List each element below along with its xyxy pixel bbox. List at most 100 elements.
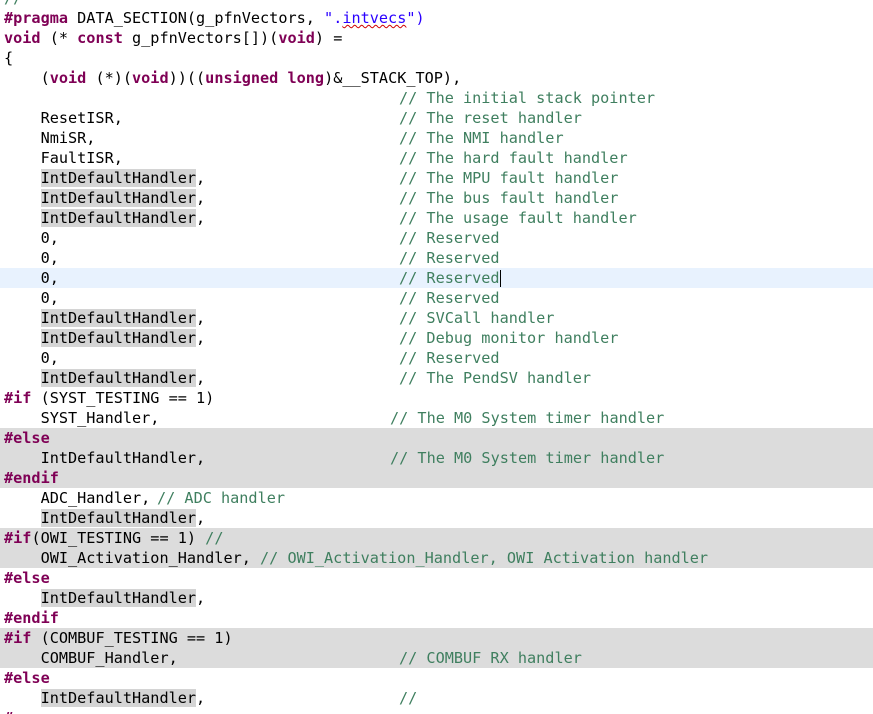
preprocessor-keyword: #endif xyxy=(4,469,59,487)
code-line[interactable]: #endif xyxy=(0,608,873,628)
code-line[interactable]: { xyxy=(0,48,873,68)
line-code: NmiSR, xyxy=(4,129,96,147)
line-comment: // SVCall handler xyxy=(399,309,555,327)
inactive-code-line[interactable]: IntDefaultHandler, // The M0 System time… xyxy=(0,448,873,468)
code-line[interactable]: #else xyxy=(0,668,873,688)
code-text: (SYST_TESTING == 1) xyxy=(31,389,215,407)
preprocessor-keyword: #else xyxy=(4,669,50,687)
inactive-code-line[interactable]: #if (COMBUF_TESTING == 1) xyxy=(0,628,873,648)
inactive-code-line[interactable]: #else xyxy=(0,428,873,448)
code-line[interactable]: IntDefaultHandler, // xyxy=(0,688,873,708)
preprocessor-keyword: #pragma xyxy=(4,9,69,27)
code-line[interactable]: IntDefaultHandler, // The MPU fault hand… xyxy=(0,168,873,188)
code-text: )&__STACK_TOP), xyxy=(324,69,462,87)
inactive-code-line[interactable]: #if(OWI_TESTING == 1) // xyxy=(0,528,873,548)
code-line[interactable]: #if (SYST_TESTING == 1) xyxy=(0,388,873,408)
highlighted-identifier: IntDefaultHandler xyxy=(40,189,197,207)
inactive-code-line[interactable]: COMBUF_Handler, // COMBUF RX handler xyxy=(0,648,873,668)
line-comment: // xyxy=(205,529,224,547)
code-line[interactable]: void (* const g_pfnVectors[])(void) = xyxy=(0,28,873,48)
keyword: void xyxy=(4,29,41,47)
code-text: , xyxy=(196,589,206,607)
code-text: (COMBUF_TESTING == 1) xyxy=(31,629,233,647)
code-text: , xyxy=(196,369,206,387)
line-code: #pragma DATA_SECTION(g_pfnVectors, ".int… xyxy=(4,8,425,28)
code-line[interactable]: IntDefaultHandler, // SVCall handler xyxy=(0,308,873,328)
line-code: COMBUF_Handler, xyxy=(4,649,178,667)
highlighted-identifier: IntDefaultHandler xyxy=(40,509,197,527)
code-line[interactable]: IntDefaultHandler, // The PendSV handler xyxy=(0,368,873,388)
code-line[interactable]: IntDefaultHandler, // The usage fault ha… xyxy=(0,208,873,228)
line-code: IntDefaultHandler, xyxy=(4,588,205,608)
code-line[interactable]: IntDefaultHandler, // The bus fault hand… xyxy=(0,188,873,208)
code-line[interactable]: IntDefaultHandler, xyxy=(0,588,873,608)
line-code: ADC_Handler, xyxy=(4,489,151,507)
code-line[interactable]: (void (*)(void))((unsigned long)&__STACK… xyxy=(0,68,873,88)
line-code: IntDefaultHandler, xyxy=(4,449,206,467)
line-comment: // OWI_Activation_Handler, OWI Activatio… xyxy=(260,549,709,567)
code-line[interactable]: IntDefaultHandler, // Debug monitor hand… xyxy=(0,328,873,348)
code-line[interactable]: #pragma DATA_SECTION(g_pfnVectors, ".int… xyxy=(0,8,873,28)
code-line[interactable]: 0, // Reserved xyxy=(0,248,873,268)
code-text: ( xyxy=(4,69,50,87)
highlighted-identifier: IntDefaultHandler xyxy=(40,369,197,387)
line-comment: // The hard fault handler xyxy=(399,149,628,167)
current-line[interactable]: 0, // Reserved xyxy=(0,268,873,288)
highlighted-identifier: IntDefaultHandler xyxy=(40,209,197,227)
code-text: g_pfnVectors[])( xyxy=(122,29,279,47)
code-line[interactable]: IntDefaultHandler, xyxy=(0,508,873,528)
line-code: IntDefaultHandler, xyxy=(4,368,205,388)
preprocessor-keyword: #if xyxy=(4,629,32,647)
string-quote: ". xyxy=(324,9,343,27)
line-code: 0, xyxy=(4,249,59,267)
line-comment: // COMBUF RX handler xyxy=(399,649,582,667)
comment-text: // Reserved xyxy=(399,269,500,287)
line-code: 0, xyxy=(4,229,59,247)
keyword: void xyxy=(132,69,169,87)
line-comment: // The M0 System timer handler xyxy=(390,449,665,467)
code-line[interactable]: NmiSR, // The NMI handler xyxy=(0,128,873,148)
code-text: , xyxy=(196,169,206,187)
code-editor[interactable]: // #pragma DATA_SECTION(g_pfnVectors, ".… xyxy=(0,0,873,714)
line-code: 0, xyxy=(4,349,59,367)
inactive-code-line[interactable]: #endif xyxy=(0,468,873,488)
keyword: void xyxy=(49,69,87,87)
code-line[interactable]: FaultISR, // The hard fault handler xyxy=(0,148,873,168)
code-text: , xyxy=(196,209,206,227)
line-code: #if (COMBUF_TESTING == 1) xyxy=(4,628,233,648)
preprocessor-keyword: # xyxy=(4,708,41,714)
text-caret xyxy=(499,270,501,287)
code-line[interactable]: 0, // Reserved xyxy=(0,288,873,308)
code-line[interactable]: // xyxy=(0,0,873,8)
code-text: , xyxy=(196,329,206,347)
code-line[interactable]: // The initial stack pointer xyxy=(0,88,873,108)
highlighted-identifier: IntDefaultHandler xyxy=(40,309,197,327)
code-line[interactable]: ResetISR, // The reset handler xyxy=(0,108,873,128)
line-code: void (* const g_pfnVectors[])(void) = xyxy=(4,28,342,48)
highlighted-identifier: IntDefaultHandler xyxy=(40,589,197,607)
line-comment: // The PendSV handler xyxy=(399,369,592,387)
line-code: IntDefaultHandler, xyxy=(4,508,205,528)
code-line[interactable]: #else xyxy=(0,568,873,588)
line-comment: // Reserved xyxy=(399,349,500,367)
code-line[interactable]: 0, // Reserved xyxy=(0,348,873,368)
inactive-code-line[interactable]: OWI_Activation_Handler, // OWI_Activatio… xyxy=(0,548,873,568)
line-comment: // Reserved xyxy=(399,229,500,247)
line-comment: // Reserved xyxy=(399,249,500,267)
code-line[interactable]: 0, // Reserved xyxy=(0,228,873,248)
line-comment: // Reserved xyxy=(399,268,501,288)
code-line[interactable]: # xyxy=(0,708,873,714)
code-line[interactable]: SYST_Handler, // The M0 System timer han… xyxy=(0,408,873,428)
line-code: IntDefaultHandler, xyxy=(4,168,205,188)
code-line[interactable]: ADC_Handler, // ADC handler xyxy=(0,488,873,508)
line-comment: // xyxy=(4,0,22,8)
line-code: IntDefaultHandler, xyxy=(4,688,205,708)
line-code: SYST_Handler, xyxy=(4,409,160,427)
code-text: DATA_SECTION(g_pfnVectors, xyxy=(68,9,325,27)
